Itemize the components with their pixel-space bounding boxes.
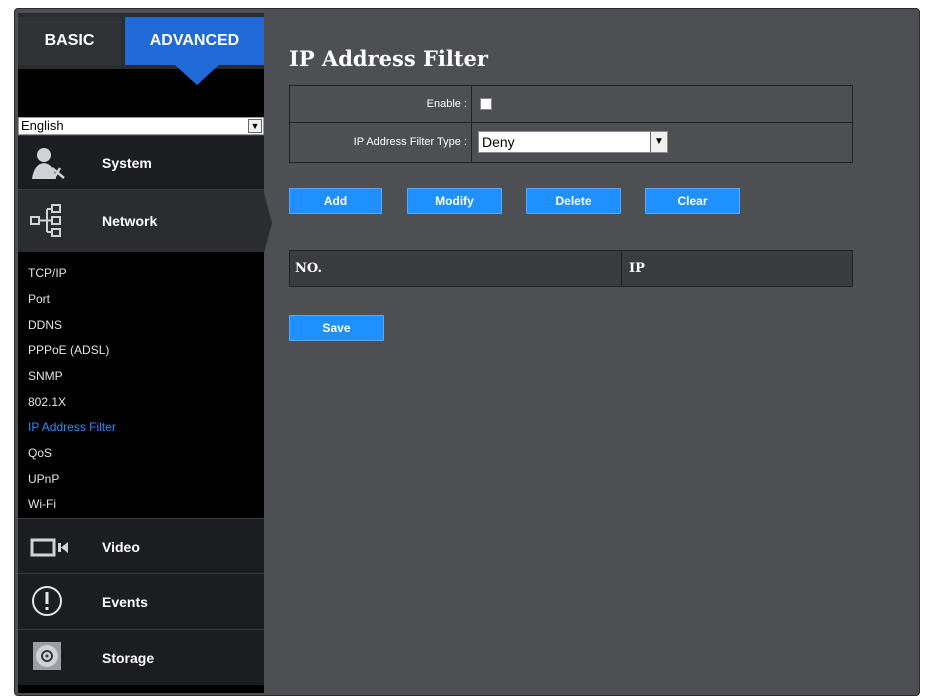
language-value: English: [21, 118, 64, 133]
active-tab-pointer: [175, 65, 219, 85]
sidebar-section-label: Video: [102, 539, 140, 555]
filter-settings-form: Enable : IP Address Filter Type : Deny ▼: [289, 85, 853, 163]
language-select[interactable]: English ▼: [18, 117, 264, 135]
sidebar-item-port[interactable]: Port: [28, 292, 50, 306]
enable-label: Enable :: [290, 86, 472, 122]
storage-disk-icon: [33, 642, 61, 670]
tab-basic[interactable]: BASIC: [18, 17, 121, 65]
sidebar-section-label: Storage: [102, 650, 155, 666]
clear-button[interactable]: Clear: [645, 188, 740, 214]
sidebar-section-label: Events: [102, 594, 148, 610]
video-camera-icon: [30, 538, 68, 557]
column-header-ip: IP: [629, 261, 645, 276]
chevron-down-icon[interactable]: ▼: [650, 132, 667, 152]
ip-filter-table: NO. IP: [289, 250, 853, 287]
sidebar-section-video[interactable]: Video: [18, 518, 264, 573]
sidebar-item-ip-address-filter[interactable]: IP Address Filter: [28, 420, 116, 434]
enable-checkbox[interactable]: [480, 98, 492, 110]
save-button[interactable]: Save: [289, 315, 384, 341]
sidebar-section-network[interactable]: Network: [18, 189, 264, 252]
filter-type-row: IP Address Filter Type : Deny ▼: [290, 123, 852, 162]
network-submenu: TCP/IP Port DDNS PPPoE (ADSL) SNMP 802.1…: [18, 252, 264, 518]
sidebar-item-8021x[interactable]: 802.1X: [28, 395, 66, 409]
alert-icon: [32, 586, 62, 616]
app-window: BASIC ADVANCED English ▼ System Network: [14, 8, 920, 696]
column-divider: [621, 251, 622, 286]
sidebar-section-events[interactable]: Events: [18, 573, 264, 629]
filter-type-value: Deny: [482, 134, 515, 150]
sidebar-item-wifi[interactable]: Wi-Fi: [28, 497, 56, 511]
modify-button[interactable]: Modify: [407, 188, 502, 214]
sidebar-section-label: Network: [102, 213, 158, 229]
delete-button[interactable]: Delete: [526, 188, 621, 214]
sidebar-section-storage[interactable]: Storage: [18, 629, 264, 685]
sidebar-section-label: System: [102, 155, 152, 171]
chevron-down-icon[interactable]: ▼: [248, 119, 262, 133]
sidebar-item-qos[interactable]: QoS: [28, 446, 52, 460]
enable-row: Enable :: [290, 86, 852, 123]
filter-type-select[interactable]: Deny ▼: [478, 131, 668, 153]
network-icon: [30, 204, 61, 237]
filter-type-label: IP Address Filter Type :: [290, 123, 472, 162]
sidebar-item-ddns[interactable]: DDNS: [28, 318, 62, 332]
sidebar-section-system[interactable]: System: [18, 135, 264, 189]
sidebar-item-tcpip[interactable]: TCP/IP: [28, 266, 67, 280]
column-header-no: NO.: [295, 261, 322, 276]
add-button[interactable]: Add: [289, 188, 382, 214]
page-title: IP Address Filter: [289, 46, 488, 71]
system-tools-icon: [32, 148, 65, 179]
sidebar-item-snmp[interactable]: SNMP: [28, 369, 63, 383]
sidebar-item-upnp[interactable]: UPnP: [28, 472, 59, 486]
sidebar: BASIC ADVANCED English ▼ System Network: [18, 13, 272, 693]
sidebar-item-pppoe[interactable]: PPPoE (ADSL): [28, 343, 109, 357]
main-panel: IP Address Filter Enable : IP Address Fi…: [270, 9, 919, 695]
tab-advanced[interactable]: ADVANCED: [125, 17, 264, 65]
